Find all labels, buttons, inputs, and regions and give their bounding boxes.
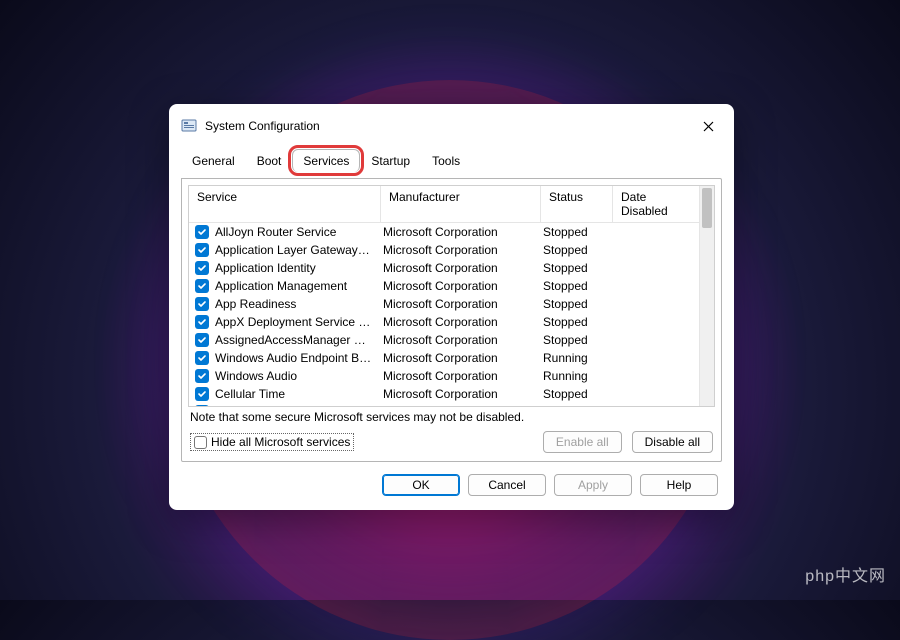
table-row[interactable]: App ReadinessMicrosoft CorporationStoppe… [189,295,714,313]
checkbox-icon [194,436,207,449]
checkbox-icon[interactable] [195,261,209,275]
checkbox-icon[interactable] [195,369,209,383]
service-status: Running [541,351,613,365]
scrollbar[interactable] [699,186,714,406]
table-row[interactable]: AllJoyn Router ServiceMicrosoft Corporat… [189,223,714,241]
table-row[interactable]: AppX Deployment Service (AppX...Microsof… [189,313,714,331]
tab-general[interactable]: General [181,149,246,172]
checkbox-icon[interactable] [195,225,209,239]
checkbox-icon[interactable] [195,279,209,293]
list-header: Service Manufacturer Status Date Disable… [189,186,714,223]
service-status: Stopped [541,243,613,257]
column-status[interactable]: Status [541,186,613,222]
close-button[interactable] [694,112,722,140]
apply-button[interactable]: Apply [554,474,632,496]
service-name: AllJoyn Router Service [213,225,381,239]
service-status: Running [541,369,613,383]
service-status: Stopped [541,333,613,347]
service-name: ActiveX Installer (AxInstSV) [213,405,381,407]
services-panel: Service Manufacturer Status Date Disable… [181,178,722,462]
column-service[interactable]: Service [189,186,381,222]
service-manufacturer: Microsoft Corporation [381,315,541,329]
service-manufacturer: Microsoft Corporation [381,297,541,311]
checkbox-icon[interactable] [195,297,209,311]
enable-all-button[interactable]: Enable all [543,431,622,453]
dialog-buttons: OK Cancel Apply Help [169,462,734,510]
checkbox-icon[interactable] [195,405,209,407]
service-manufacturer: Microsoft Corporation [381,369,541,383]
service-manufacturer: Microsoft Corporation [381,279,541,293]
table-row[interactable]: Cellular TimeMicrosoft CorporationStoppe… [189,385,714,403]
service-name: Application Layer Gateway Service [213,243,381,257]
service-manufacturer: Microsoft Corporation [381,405,541,407]
help-button[interactable]: Help [640,474,718,496]
service-status: Stopped [541,225,613,239]
tab-strip: General Boot Services Startup Tools [169,144,734,172]
titlebar: System Configuration [169,104,734,144]
disable-note: Note that some secure Microsoft services… [188,407,715,427]
service-name: Windows Audio [213,369,381,383]
service-status: Stopped [541,387,613,401]
table-row[interactable]: Windows AudioMicrosoft CorporationRunnin… [189,367,714,385]
tab-boot[interactable]: Boot [246,149,293,172]
table-row[interactable]: Application Layer Gateway ServiceMicroso… [189,241,714,259]
disable-all-button[interactable]: Disable all [632,431,713,453]
tab-services[interactable]: Services [292,149,360,172]
service-status: Stopped [541,261,613,275]
ok-button[interactable]: OK [382,474,460,496]
checkbox-icon[interactable] [195,333,209,347]
table-row[interactable]: AssignedAccessManager ServiceMicrosoft C… [189,331,714,349]
table-row[interactable]: Windows Audio Endpoint BuilderMicrosoft … [189,349,714,367]
window-title: System Configuration [205,119,686,133]
checkbox-icon[interactable] [195,387,209,401]
service-name: Application Management [213,279,381,293]
service-name: AssignedAccessManager Service [213,333,381,347]
service-status: Stopped [541,297,613,311]
checkbox-icon[interactable] [195,351,209,365]
table-row[interactable]: Application IdentityMicrosoft Corporatio… [189,259,714,277]
service-status: Stopped [541,279,613,293]
watermark: php中文网 [805,562,886,586]
hide-microsoft-checkbox[interactable]: Hide all Microsoft services [190,433,354,451]
service-manufacturer: Microsoft Corporation [381,261,541,275]
tab-startup[interactable]: Startup [360,149,421,172]
service-name: Application Identity [213,261,381,275]
scrollbar-thumb[interactable] [702,188,712,228]
column-manufacturer[interactable]: Manufacturer [381,186,541,222]
service-manufacturer: Microsoft Corporation [381,225,541,239]
service-status: Stopped [541,405,613,407]
table-row[interactable]: Application ManagementMicrosoft Corporat… [189,277,714,295]
service-name: AppX Deployment Service (AppX... [213,315,381,329]
service-name: Cellular Time [213,387,381,401]
system-configuration-window: System Configuration General Boot Servic… [169,104,734,510]
service-status: Stopped [541,315,613,329]
cancel-button[interactable]: Cancel [468,474,546,496]
services-list: Service Manufacturer Status Date Disable… [188,185,715,407]
service-name: Windows Audio Endpoint Builder [213,351,381,365]
service-name: App Readiness [213,297,381,311]
service-manufacturer: Microsoft Corporation [381,243,541,257]
hide-microsoft-label: Hide all Microsoft services [211,435,350,449]
checkbox-icon[interactable] [195,315,209,329]
tab-tools[interactable]: Tools [421,149,471,172]
service-manufacturer: Microsoft Corporation [381,387,541,401]
column-date-disabled[interactable]: Date Disabled [613,186,703,222]
app-icon [181,118,197,134]
service-manufacturer: Microsoft Corporation [381,333,541,347]
table-row[interactable]: ActiveX Installer (AxInstSV)Microsoft Co… [189,403,714,407]
checkbox-icon[interactable] [195,243,209,257]
service-manufacturer: Microsoft Corporation [381,351,541,365]
